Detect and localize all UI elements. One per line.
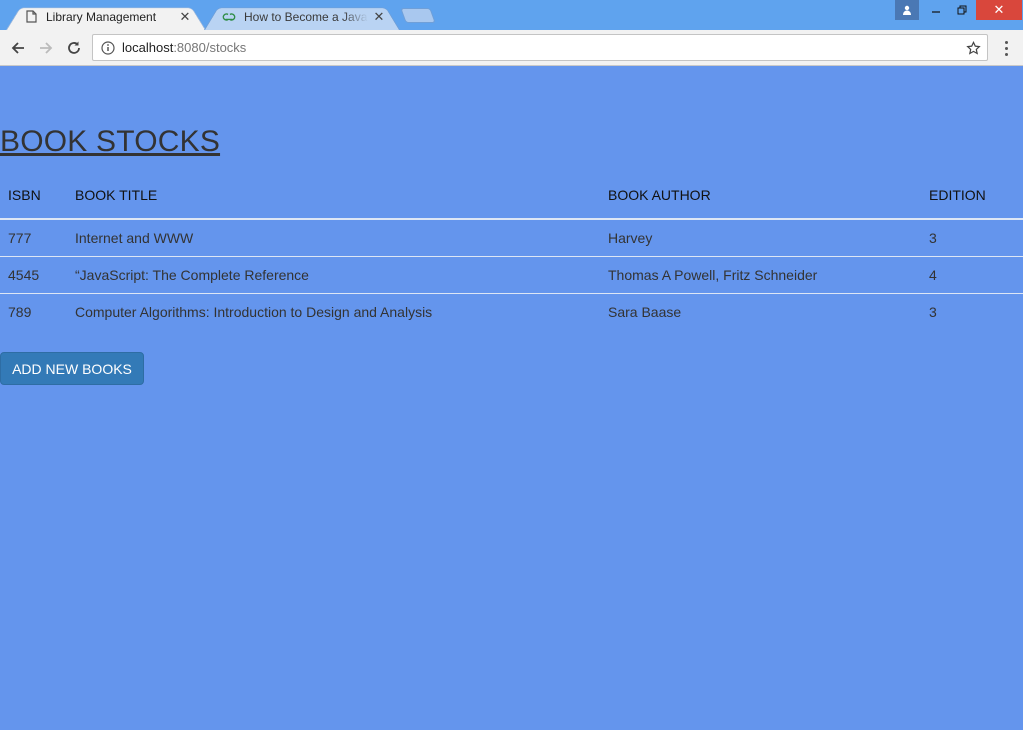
cell-title: Internet and WWW [75,229,194,246]
tab-close-icon[interactable]: ✕ [178,9,192,24]
header-book-author: BOOK AUTHOR [600,172,921,220]
browser-toolbar: localhost:8080/stocks [0,30,1023,66]
tab-library-management[interactable]: Library Management ✕ [6,3,206,30]
table-row: 789 Computer Algorithms: Introduction to… [0,292,1023,330]
url-path: :8080/stocks [173,40,247,55]
cell-edition: 3 [921,292,1023,330]
cell-edition: 3 [929,229,937,246]
cell-author: Sara Baase [600,292,921,330]
info-icon[interactable] [101,40,115,55]
url-host: localhost [122,40,174,55]
minimize-icon[interactable] [924,0,948,20]
cell-title: Computer Algorithms: Introduction to Des… [67,292,600,330]
cell-author: Thomas A Powell, Fritz Schneider [600,255,921,293]
table-header-row: ISBN BOOK TITLE BOOK AUTHOR EDITION [0,172,1023,220]
address-bar[interactable]: localhost:8080/stocks [92,34,988,61]
cell-edition: 4 [921,255,1023,293]
page-title: BOOK STOCKS [0,125,221,158]
bookmark-star-icon[interactable] [965,40,981,56]
book-stocks-table: ISBN BOOK TITLE BOOK AUTHOR EDITION 777 … [0,172,1023,330]
page-icon [24,10,38,24]
tab-label: Library Management [46,9,157,24]
tab-label: How to Become a JavaScript Developer [244,9,368,24]
cell-author: Harvey [608,229,653,246]
table-row: 777 Internet and WWW Harvey 3 [0,219,1023,256]
restore-icon[interactable] [950,0,974,20]
cell-isbn: 4545 [0,255,67,293]
add-new-books-button[interactable]: ADD NEW BOOKS [0,352,144,385]
header-book-title: BOOK TITLE [67,172,600,220]
table-row: 4545 “JavaScript: The Complete Reference… [0,255,1023,293]
header-isbn: ISBN [0,172,67,220]
gfg-favicon-icon [222,10,236,24]
user-profile-icon[interactable] [895,0,919,20]
header-edition: EDITION [921,172,1023,220]
page-content: BOOK STOCKS ISBN BOOK TITLE BOOK AUTHOR … [0,66,1023,730]
url-text: localhost:8080/stocks [122,40,246,55]
window-close-icon[interactable]: ✕ [976,0,1022,20]
tab-close-icon[interactable]: ✕ [372,9,386,24]
reload-icon[interactable] [62,36,86,60]
cell-isbn: 789 [0,292,67,330]
browser-titlebar: Library Management ✕ How to Become a Jav… [0,0,1023,30]
browser-menu-icon[interactable] [999,37,1013,59]
cell-isbn: 777 [8,229,32,246]
forward-arrow-icon[interactable] [34,36,58,60]
new-tab-button[interactable] [400,8,436,23]
back-arrow-icon[interactable] [6,36,30,60]
cell-title: “JavaScript: The Complete Reference [67,255,600,293]
tab-javascript-article[interactable]: How to Become a JavaScript Developer ✕ [204,3,400,30]
